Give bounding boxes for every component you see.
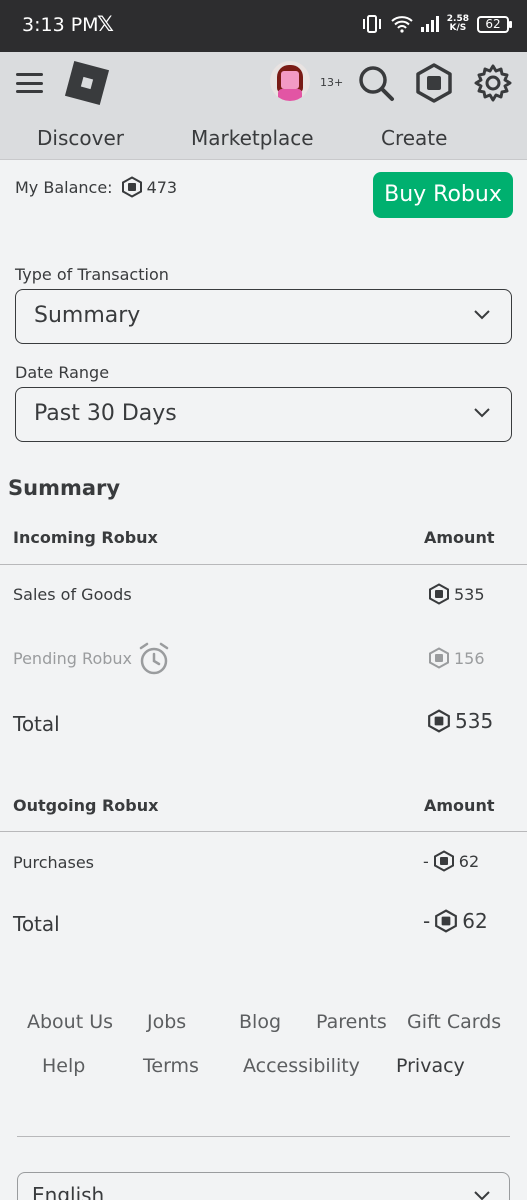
robux-icon[interactable] [414,63,454,103]
incoming-total-amount: 535 [427,709,493,733]
robux-icon [429,647,449,669]
app-header: 13+ Discover Marketplace Create [0,52,527,160]
sales-of-goods-label: Sales of Goods [13,585,132,604]
purchases-amount: - 62 [423,850,480,872]
signal-icon [420,16,439,32]
robux-icon [433,850,454,872]
chevron-down-icon [474,310,490,320]
nav-tabs: Discover Marketplace Create [0,124,527,158]
purchases-label: Purchases [13,853,94,872]
language-select[interactable]: English [17,1172,510,1200]
robux-icon [435,909,458,933]
divider [0,564,527,565]
settings-icon[interactable] [473,63,513,103]
avatar[interactable] [270,61,310,101]
chevron-down-icon [474,408,490,418]
footer-link-privacy[interactable]: Privacy [396,1055,465,1077]
tab-create[interactable]: Create [381,126,447,150]
date-range-label: Date Range [15,363,110,382]
sales-of-goods-amount: 535 [428,583,485,605]
vibrate-icon [362,15,381,33]
age-badge: 13+ [320,76,344,89]
search-icon[interactable] [356,63,396,103]
roblox-logo[interactable] [64,60,110,106]
footer-link-parents[interactable]: Parents [316,1011,387,1033]
divider [0,831,527,832]
footer-link-terms[interactable]: Terms [143,1055,199,1077]
network-speed: 2.58 K/S [446,14,469,33]
balance: My Balance: 473 [15,176,177,198]
balance-label: My Balance: [15,177,113,197]
outgoing-header: Outgoing Robux [13,796,159,815]
footer-link-gift-cards[interactable]: Gift Cards [407,1011,501,1033]
robux-icon [428,709,450,733]
status-time: 3:13 PM [22,14,99,36]
status-icons: 2.58 K/S 62 [361,14,512,34]
incoming-total-label: Total [13,712,60,736]
transaction-type-select[interactable]: Summary [15,289,512,344]
x-app-icon: 𝕏 [97,12,114,36]
alarm-icon[interactable] [138,642,170,676]
incoming-header: Incoming Robux [13,528,158,547]
footer-link-about-us[interactable]: About Us [27,1011,113,1033]
transaction-type-label: Type of Transaction [15,265,169,284]
tab-marketplace[interactable]: Marketplace [191,126,314,150]
footer-divider [17,1136,510,1137]
outgoing-total-amount: - 62 [423,909,488,933]
language-value: English [32,1183,105,1200]
chevron-down-icon [474,1191,490,1200]
footer-link-help[interactable]: Help [42,1055,85,1077]
incoming-amount-header: Amount [424,528,495,547]
buy-robux-button[interactable]: Buy Robux [373,172,513,218]
transaction-type-value: Summary [34,303,141,328]
date-range-select[interactable]: Past 30 Days [15,387,512,442]
tab-discover[interactable]: Discover [37,126,124,150]
battery-icon: 62 [477,15,512,33]
status-bar: 3:13 PM 𝕏 2.58 K/S 62 [0,0,527,52]
pending-robux-label: Pending Robux [13,649,132,668]
outgoing-total-label: Total [13,912,60,936]
robux-icon [429,583,449,605]
balance-value: 473 [146,177,178,197]
menu-icon[interactable] [16,73,43,93]
footer-link-blog[interactable]: Blog [239,1011,281,1033]
wifi-icon [391,16,413,33]
summary-title: Summary [8,476,121,500]
outgoing-amount-header: Amount [424,796,495,815]
robux-icon [121,176,142,198]
date-range-value: Past 30 Days [34,401,177,426]
footer-link-accessibility[interactable]: Accessibility [243,1055,360,1077]
footer-link-jobs[interactable]: Jobs [147,1011,186,1033]
pending-robux-amount: 156 [428,647,485,669]
